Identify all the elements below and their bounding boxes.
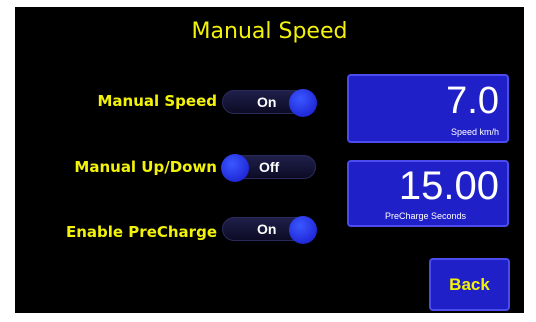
manual-up-down-label: Manual Up/Down <box>74 158 217 176</box>
manual-up-down-state: Off <box>259 159 280 175</box>
manual-speed-state: On <box>257 94 277 110</box>
back-button[interactable]: Back <box>429 258 510 311</box>
precharge-value: 15.00 <box>398 164 499 208</box>
device-screen: Manual Speed Manual Speed On Manual Up/D… <box>15 7 524 313</box>
precharge-unit: PreCharge Seconds <box>385 211 467 221</box>
speed-unit: Speed km/h <box>450 127 499 137</box>
enable-precharge-toggle[interactable]: On <box>222 216 317 244</box>
manual-speed-toggle[interactable]: On <box>222 89 317 117</box>
speed-value: 7.0 <box>446 80 499 122</box>
toggle-knob <box>221 154 249 182</box>
manual-up-down-toggle[interactable]: Off <box>221 154 316 182</box>
manual-speed-label: Manual Speed <box>97 92 217 110</box>
enable-precharge-state: On <box>257 221 277 237</box>
toggle-knob <box>289 89 317 117</box>
precharge-button[interactable]: 15.00 PreCharge Seconds <box>347 160 509 227</box>
toggle-knob <box>289 216 317 244</box>
enable-precharge-label: Enable PreCharge <box>65 223 217 241</box>
speed-button[interactable]: 7.0 Speed km/h <box>347 74 509 143</box>
page-title: Manual Speed <box>191 19 348 44</box>
